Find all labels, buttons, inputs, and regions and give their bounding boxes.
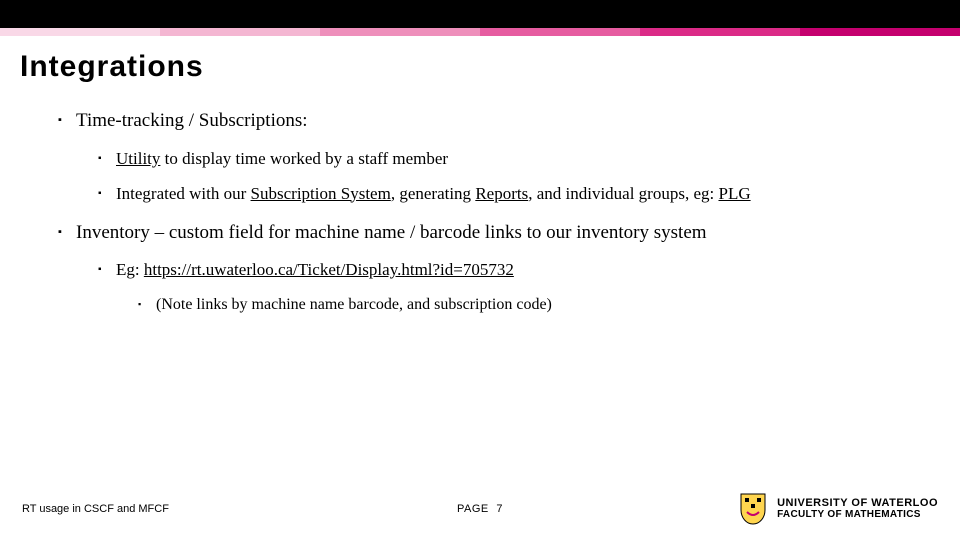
faculty-name: FACULTY OF MATHEMATICS [777, 510, 938, 521]
link-utility[interactable]: Utility [116, 149, 160, 168]
link-plg[interactable]: PLG [718, 184, 750, 203]
link-rt-url[interactable]: https://rt.uwaterloo.ca/Ticket/Display.h… [144, 260, 514, 279]
footer-left-text: RT usage in CSCF and MFCF [22, 503, 169, 515]
slide: Integrations Time-tracking / Subscriptio… [0, 0, 960, 540]
bullet-note: (Note links by machine name barcode, and… [30, 294, 930, 316]
slide-footer: RT usage in CSCF and MFCF PAGE 7 UNIVERS… [0, 490, 960, 528]
footer-page: PAGE 7 [457, 503, 503, 515]
bullet-time-tracking: Time-tracking / Subscriptions: [30, 108, 930, 134]
slide-title: Integrations [0, 36, 960, 86]
bullet-utility: Utility to display time worked by a staf… [30, 148, 930, 171]
accent-gradient-band [0, 28, 960, 36]
text-generating: , generating [391, 184, 476, 203]
text-utility-rest: to display time worked by a staff member [160, 149, 448, 168]
top-black-bar [0, 0, 960, 28]
text-integrated-pre: Integrated with our [116, 184, 251, 203]
university-crest-icon [739, 492, 767, 526]
bullet-subscription-system: Integrated with our Subscription System,… [30, 183, 930, 206]
bullet-inventory: Inventory – custom field for machine nam… [30, 220, 930, 246]
link-reports[interactable]: Reports [475, 184, 528, 203]
page-number: 7 [496, 503, 503, 515]
text-groups: , and individual groups, eg: [528, 184, 718, 203]
university-name: UNIVERSITY OF WATERLOO [777, 498, 938, 510]
bullet-example-url: Eg: https://rt.uwaterloo.ca/Ticket/Displ… [30, 259, 930, 282]
footer-branding: UNIVERSITY OF WATERLOO FACULTY OF MATHEM… [739, 492, 938, 526]
link-subscription-system[interactable]: Subscription System [251, 184, 391, 203]
slide-body: Time-tracking / Subscriptions: Utility t… [0, 86, 960, 540]
text-eg: Eg: [116, 260, 144, 279]
page-label: PAGE [457, 503, 489, 515]
